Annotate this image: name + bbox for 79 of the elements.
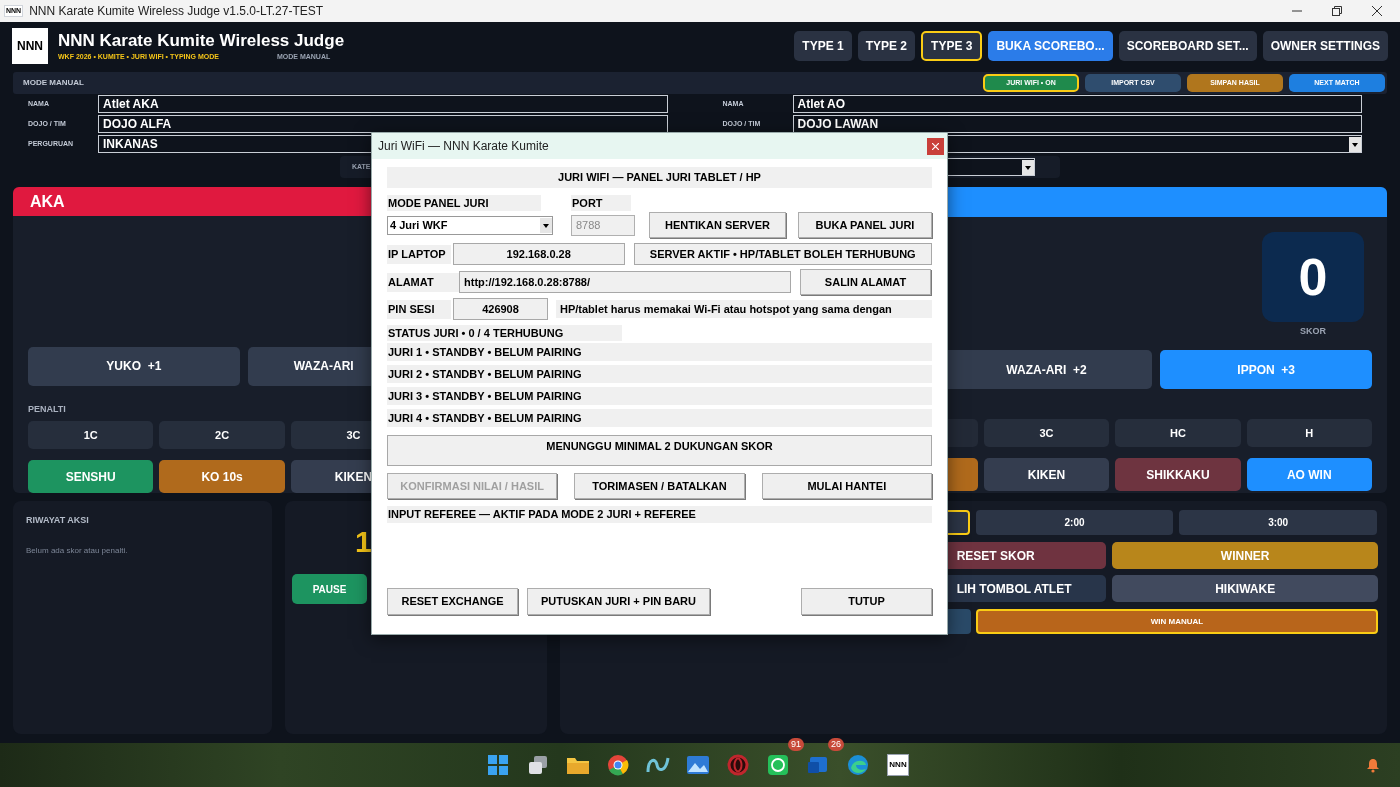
restore-icon[interactable]: [1332, 6, 1342, 16]
control-button[interactable]: HIKIWAKE: [1112, 575, 1378, 602]
picture-icon[interactable]: [686, 754, 710, 776]
input-field[interactable]: Atlet AO: [792, 95, 1362, 113]
action-button[interactable]: SHIKKAKU: [1115, 458, 1241, 491]
app-icon[interactable]: NNN: [887, 754, 909, 776]
server-status: SERVER AKTIF • HP/TABLET BOLEH TERHUBUNG: [633, 243, 932, 265]
footer-button[interactable]: PUTUSKAN JURI + PIN BARU: [527, 588, 710, 615]
action-button[interactable]: SENSHU: [28, 460, 154, 493]
mode-label: MODE MANUAL: [23, 77, 84, 89]
header-button[interactable]: TYPE 1: [794, 31, 852, 61]
logo: NNN: [12, 28, 48, 64]
field-label: ALAMAT: [387, 272, 459, 292]
penalty-button[interactable]: 1C: [28, 421, 154, 449]
judge-status-row: JURI 3 • STANDBY • BELUM PAIRING: [387, 387, 932, 405]
score-box: 0: [1262, 232, 1364, 322]
field-label: PIN SESI: [387, 299, 451, 319]
timer-clock: 1: [355, 525, 373, 559]
header-button[interactable]: BUKA SCOREBO...: [988, 31, 1113, 61]
referee-text: INPUT REFEREE — AKTIF PADA MODE 2 JURI + REFEREE: [387, 506, 932, 523]
notification-badge: 26: [828, 738, 844, 751]
pause-button[interactable]: PAUSE: [292, 574, 367, 604]
dropdown-field[interactable]: 4 Juri WKF: [387, 215, 553, 235]
penalty-button[interactable]: HC: [1115, 419, 1241, 447]
footer-button[interactable]: RESET EXCHANGE: [387, 588, 518, 615]
browser-icon[interactable]: [607, 754, 629, 776]
penalty-button[interactable]: H: [1246, 419, 1372, 447]
action-button[interactable]: MULAI HANTEI: [761, 473, 932, 499]
dialog-heading: JURI WIFI — PANEL JURI TABLET / HP: [387, 167, 932, 188]
address-field[interactable]: http://192.168.0.28:8788/: [459, 271, 791, 293]
header-button[interactable]: OWNER SETTINGS: [1262, 31, 1388, 61]
windows-start-icon[interactable]: [487, 754, 509, 776]
action-button[interactable]: KO 10s: [159, 460, 285, 493]
penalty-button[interactable]: 2C: [159, 421, 285, 449]
athlete-name: AKA: [30, 191, 65, 212]
field-label: IP LAPTOP: [387, 244, 451, 264]
control-button[interactable]: WIN MANUAL: [976, 609, 1378, 634]
task-view-icon[interactable]: [527, 754, 549, 776]
consensus-box: MENUNGGU MINIMAL 2 DUKUNGAN SKOR: [387, 435, 932, 466]
footer-button[interactable]: TUTUP: [801, 588, 932, 615]
duration-button[interactable]: 2:00: [975, 510, 1174, 535]
browser-wave-icon[interactable]: [847, 754, 869, 776]
pin-field: 426908: [453, 298, 548, 320]
score-button[interactable]: YUKO +1: [28, 346, 240, 386]
dialog-title: Juri WiFi — NNN Karate Kumite: [378, 138, 549, 155]
header-button[interactable]: TYPE 2: [857, 31, 916, 61]
window-title: NNN Karate Kumite Wireless Judge v1.5.0-LT.27-TEST: [29, 3, 324, 20]
notification-badge: 91: [788, 738, 804, 751]
ip-field: 192.168.0.28: [452, 243, 625, 265]
penalty-button[interactable]: 3C: [983, 419, 1110, 447]
section-label: PENALTI: [28, 402, 67, 416]
close-icon[interactable]: [1372, 6, 1382, 16]
judge-status-row: JURI 4 • STANDBY • BELUM PAIRING: [387, 409, 932, 427]
action-button[interactable]: TORIMASEN / BATALKAN: [574, 473, 745, 499]
empty-message: Belum ada skor atau penalti.: [26, 544, 129, 557]
input-field[interactable]: Atlet AKA: [98, 95, 668, 113]
hint-text: HP/tablet harus memakai Wi-Fi atau hotspot yang sama dengan: [556, 300, 932, 318]
judge-status-row: JURI 1 • STANDBY • BELUM PAIRING: [387, 343, 932, 361]
input-field[interactable]: DOJO ALFA: [98, 115, 668, 133]
app-title: NNN Karate Kumite Wireless Judge: [58, 30, 345, 52]
ring-icon[interactable]: [727, 754, 749, 776]
duration-button[interactable]: 3:00: [1179, 510, 1377, 535]
input-field[interactable]: DOJO LAWAN: [792, 115, 1362, 133]
header-button[interactable]: SCOREBOARD SET...: [1118, 31, 1257, 61]
notification-bell-icon[interactable]: [1366, 757, 1380, 773]
action-button[interactable]: KIKEN: [983, 458, 1110, 491]
copy-button[interactable]: SALIN ALAMAT: [800, 269, 931, 295]
header-button[interactable]: TYPE 3: [921, 31, 983, 61]
server-button[interactable]: BUKA PANEL JURI: [798, 212, 932, 238]
judge-status-row: JURI 2 • STANDBY • BELUM PAIRING: [387, 365, 932, 383]
server-button[interactable]: HENTIKAN SERVER: [649, 212, 786, 238]
field-label: PORT: [571, 195, 631, 211]
status-text: STATUS JURI • 0 / 4 TERHUBUNG: [387, 325, 622, 341]
field-label: MODE PANEL JURI: [387, 195, 541, 211]
score-label: SKOR: [1299, 325, 1327, 338]
chat-icon[interactable]: [767, 754, 789, 776]
panel-title: RIWAYAT AKSI: [26, 514, 90, 527]
close-icon: [932, 142, 939, 150]
close-button[interactable]: [927, 137, 944, 155]
